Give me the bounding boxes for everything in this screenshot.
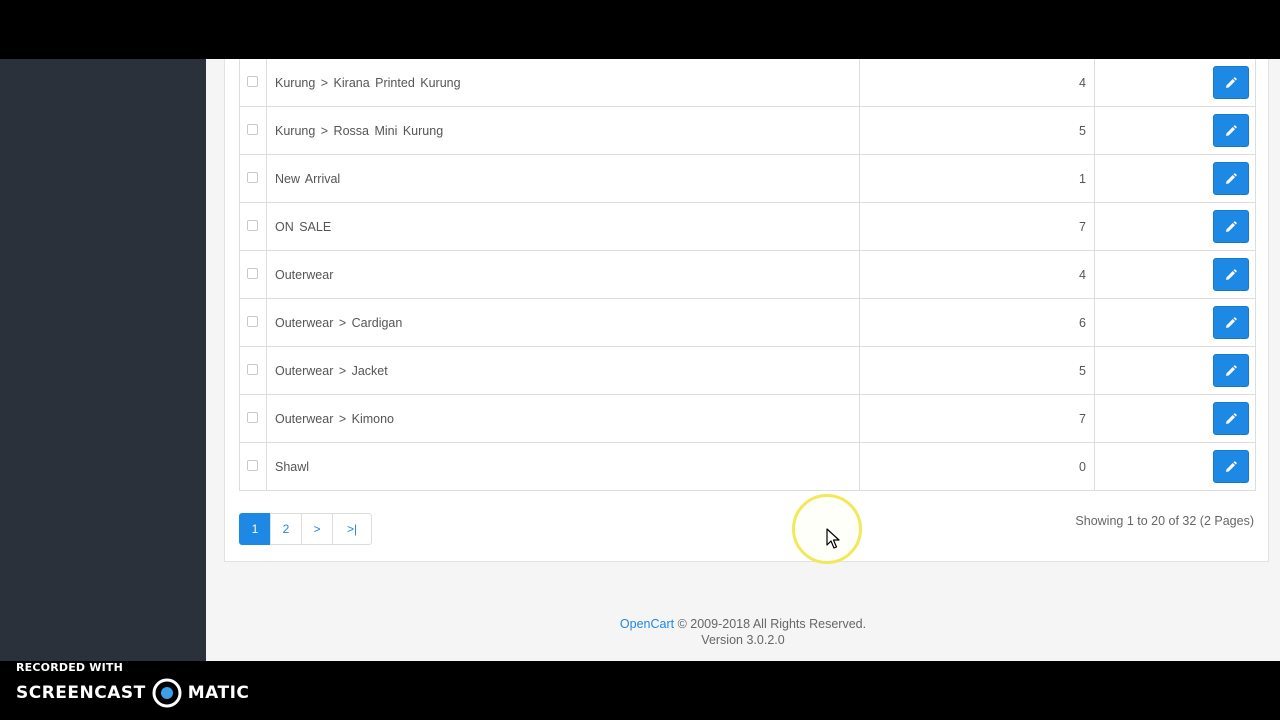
edit-button[interactable] — [1213, 114, 1249, 147]
row-checkbox[interactable] — [247, 220, 258, 231]
category-name: Outerwear — [267, 251, 860, 298]
table-row: Kurung > Rossa Mini Kurung 5 — [240, 107, 1255, 155]
select-cell — [240, 251, 267, 298]
page-link[interactable]: >| — [332, 513, 372, 545]
table-row: Shawl 0 — [240, 443, 1255, 491]
watermark-brand-left: SCREENCAST — [16, 683, 146, 703]
page-link[interactable]: 2 — [270, 513, 302, 545]
row-checkbox[interactable] — [247, 364, 258, 375]
pencil-icon — [1226, 268, 1237, 280]
category-name: Outerwear > Jacket — [267, 347, 860, 394]
action-cell — [1095, 155, 1255, 202]
screencast-logo-icon — [152, 678, 182, 708]
select-cell — [240, 299, 267, 346]
table-row: Outerwear 4 — [240, 251, 1255, 299]
select-cell — [240, 155, 267, 202]
footer: OpenCart © 2009-2018 All Rights Reserved… — [206, 616, 1280, 648]
sidebar — [0, 59, 206, 661]
category-name: Outerwear > Cardigan — [267, 299, 860, 346]
category-list-panel: Kurung > Kirana Printed Kurung 4 Kurung > … — [224, 59, 1269, 562]
select-cell — [240, 107, 267, 154]
top-black-bar — [0, 0, 1280, 59]
sort-order: 5 — [860, 347, 1095, 394]
category-name: Shawl — [267, 443, 860, 490]
edit-button[interactable] — [1213, 306, 1249, 339]
sort-order: 5 — [860, 107, 1095, 154]
sort-order: 7 — [860, 395, 1095, 442]
pencil-icon — [1226, 124, 1237, 136]
row-checkbox[interactable] — [247, 124, 258, 135]
edit-button[interactable] — [1213, 258, 1249, 291]
category-name: ON SALE — [267, 203, 860, 250]
edit-button[interactable] — [1213, 450, 1249, 483]
select-cell — [240, 59, 267, 106]
sort-order: 6 — [860, 299, 1095, 346]
pencil-icon — [1226, 76, 1237, 88]
edit-button[interactable] — [1213, 162, 1249, 195]
table-row: Outerwear > Kimono 7 — [240, 395, 1255, 443]
select-cell — [240, 347, 267, 394]
sort-order: 7 — [860, 203, 1095, 250]
row-checkbox[interactable] — [247, 172, 258, 183]
copyright-text: © 2009-2018 All Rights Reserved. — [677, 617, 867, 631]
category-name: New Arrival — [267, 155, 860, 202]
row-checkbox[interactable] — [247, 412, 258, 423]
pencil-icon — [1226, 364, 1237, 376]
edit-button[interactable] — [1213, 66, 1249, 99]
action-cell — [1095, 395, 1255, 442]
category-name: Kurung > Rossa Mini Kurung — [267, 107, 860, 154]
mouse-cursor-icon — [826, 528, 840, 549]
action-cell — [1095, 107, 1255, 154]
edit-button[interactable] — [1213, 402, 1249, 435]
table-row: Kurung > Kirana Printed Kurung 4 — [240, 59, 1255, 107]
edit-button[interactable] — [1213, 354, 1249, 387]
sort-order: 1 — [860, 155, 1095, 202]
select-cell — [240, 395, 267, 442]
page-link[interactable]: 1 — [239, 513, 271, 545]
row-checkbox[interactable] — [247, 76, 258, 87]
category-table: Kurung > Kirana Printed Kurung 4 Kurung > … — [239, 59, 1256, 491]
table-row: Outerwear > Jacket 5 — [240, 347, 1255, 395]
pencil-icon — [1226, 316, 1237, 328]
sort-order: 0 — [860, 443, 1095, 490]
category-name: Outerwear > Kimono — [267, 395, 860, 442]
row-checkbox[interactable] — [247, 268, 258, 279]
table-row: Outerwear > Cardigan 6 — [240, 299, 1255, 347]
version-text: Version 3.0.2.0 — [701, 633, 785, 647]
action-cell — [1095, 347, 1255, 394]
pencil-icon — [1226, 412, 1237, 424]
pencil-icon — [1226, 220, 1237, 232]
sort-order: 4 — [860, 59, 1095, 106]
row-checkbox[interactable] — [247, 460, 258, 471]
category-name: Kurung > Kirana Printed Kurung — [267, 59, 860, 106]
action-cell — [1095, 443, 1255, 490]
pencil-icon — [1226, 460, 1237, 472]
recorded-with-label: RECORDED WITH — [16, 661, 124, 674]
action-cell — [1095, 59, 1255, 106]
edit-button[interactable] — [1213, 210, 1249, 243]
row-checkbox[interactable] — [247, 316, 258, 327]
opencart-link[interactable]: OpenCart — [620, 617, 674, 631]
page-link[interactable]: > — [301, 513, 333, 545]
screencast-watermark: RECORDED WITH SCREENCAST MATIC — [16, 661, 249, 708]
table-row: ON SALE 7 — [240, 203, 1255, 251]
pencil-icon — [1226, 172, 1237, 184]
select-cell — [240, 443, 267, 490]
action-cell — [1095, 203, 1255, 250]
sort-order: 4 — [860, 251, 1095, 298]
pagination: 1 2 > >| — [239, 513, 372, 545]
action-cell — [1095, 251, 1255, 298]
results-summary: Showing 1 to 20 of 32 (2 Pages) — [1075, 514, 1254, 528]
watermark-brand-right: MATIC — [187, 683, 250, 703]
table-row: New Arrival 1 — [240, 155, 1255, 203]
select-cell — [240, 203, 267, 250]
action-cell — [1095, 299, 1255, 346]
main-content: Kurung > Kirana Printed Kurung 4 Kurung > … — [206, 59, 1280, 661]
